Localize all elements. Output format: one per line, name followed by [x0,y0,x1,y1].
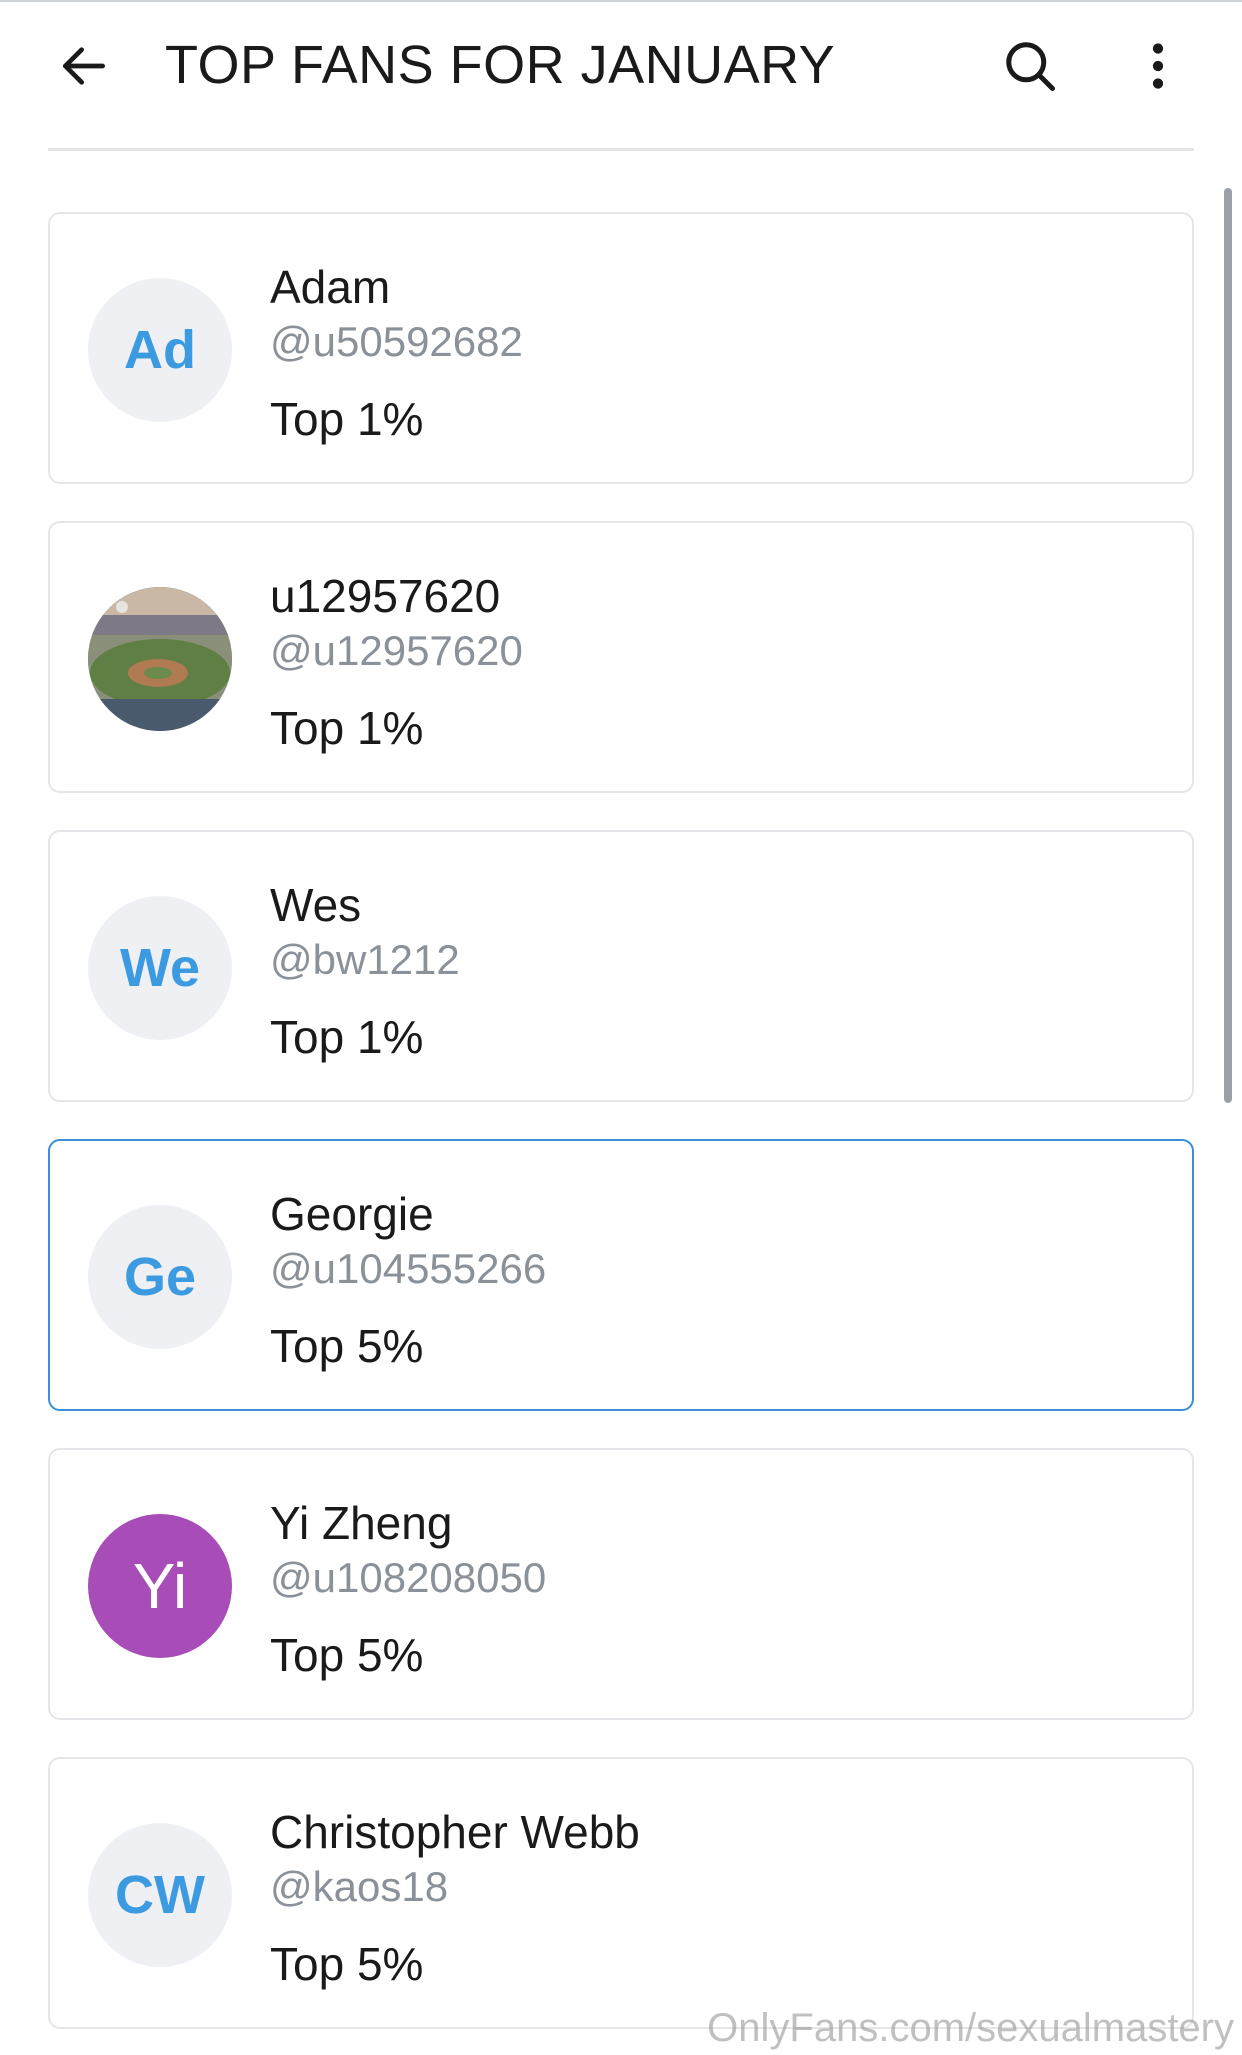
search-icon [1000,36,1060,101]
more-vertical-icon [1130,38,1186,99]
fan-list: Ad Adam @u50592682 Top 1% u12957620 @u12… [48,212,1194,2055]
fan-card[interactable]: Ad Adam @u50592682 Top 1% [48,212,1194,484]
avatar[interactable]: Ad [88,278,232,422]
fan-card[interactable]: We Wes @bw1212 Top 1% [48,830,1194,1102]
avatar[interactable]: Yi [88,1514,232,1658]
fan-handle[interactable]: @kaos18 [270,1863,448,1911]
fan-rank: Top 5% [270,1938,424,1990]
fan-rank: Top 5% [270,1629,424,1681]
fan-rank: Top 1% [270,1011,424,1063]
fan-name[interactable]: Christopher Webb [270,1805,640,1859]
fan-handle[interactable]: @u12957620 [270,627,523,675]
fan-card[interactable]: u12957620 @u12957620 Top 1% [48,521,1194,793]
watermark: OnlyFans.com/sexualmastery [707,2006,1234,2050]
fan-rank: Top 1% [270,393,424,445]
fan-name[interactable]: Adam [270,260,390,314]
fan-handle[interactable]: @u108208050 [270,1554,546,1602]
fan-name[interactable]: u12957620 [270,569,500,623]
avatar[interactable]: CW [88,1823,232,1967]
more-options-button[interactable] [1118,28,1198,108]
scrollbar[interactable] [1224,188,1232,1103]
back-button[interactable] [44,28,124,108]
fan-name[interactable]: Georgie [270,1187,434,1241]
search-button[interactable] [990,28,1070,108]
page: TOP FANS FOR JANUARY Ad Adam @u50592682 … [0,0,1242,2055]
fan-handle[interactable]: @bw1212 [270,936,460,984]
fan-card[interactable]: Ge Georgie @u104555266 Top 5% [48,1139,1194,1411]
fan-name[interactable]: Wes [270,878,361,932]
avatar[interactable]: We [88,896,232,1040]
page-title: TOP FANS FOR JANUARY [165,35,836,95]
fan-handle[interactable]: @u50592682 [270,318,523,366]
header-divider [48,148,1194,151]
fan-card[interactable]: Yi Yi Zheng @u108208050 Top 5% [48,1448,1194,1720]
stadium-photo-icon [88,587,232,731]
fan-rank: Top 1% [270,702,424,754]
avatar[interactable] [88,587,232,731]
fan-name[interactable]: Yi Zheng [270,1496,452,1550]
fan-rank: Top 5% [270,1320,424,1372]
fan-card[interactable]: CW Christopher Webb @kaos18 Top 5% [48,1757,1194,2029]
app-header: TOP FANS FOR JANUARY [0,0,1242,140]
fan-handle[interactable]: @u104555266 [270,1245,546,1293]
arrow-left-icon [56,38,112,99]
avatar[interactable]: Ge [88,1205,232,1349]
